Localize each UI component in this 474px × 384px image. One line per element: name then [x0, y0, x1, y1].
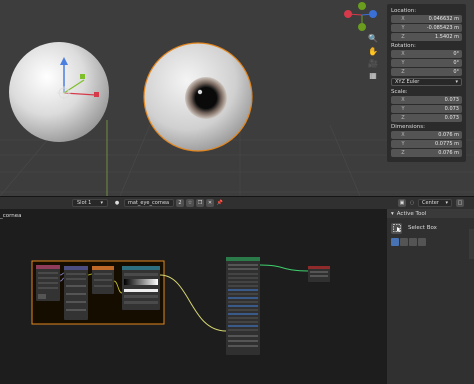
scale-z-field[interactable]: Z 0.073 [391, 114, 462, 122]
select-box-tool[interactable]: Select Box [391, 222, 469, 234]
node-texture-coordinate [36, 265, 60, 301]
node-principled-bsdf [226, 257, 260, 355]
mode-subtract-icon[interactable] [409, 238, 417, 246]
gizmo-x-negative[interactable] [344, 10, 352, 18]
zoom-icon[interactable]: 🔍 [367, 33, 379, 44]
chevron-down-icon: ▾ [445, 200, 448, 206]
node-gradient [92, 266, 114, 294]
unlink-icon[interactable]: ✕ [206, 199, 214, 207]
dimensions-z-field[interactable]: Z 0.076 m [391, 149, 462, 157]
fake-user-icon[interactable]: ☆ [186, 199, 194, 207]
material-browse-icon[interactable]: ● [112, 199, 122, 207]
dimensions-x-field[interactable]: X 0.076 m [391, 131, 462, 139]
scale-x-field[interactable]: X 0.073 [391, 96, 462, 104]
node-editor[interactable]: _cornea [0, 209, 387, 384]
material-users-count[interactable]: 2 [176, 199, 184, 207]
select-box-label: Select Box [408, 225, 437, 231]
mode-new-icon[interactable] [391, 238, 399, 246]
chevron-down-icon: ▾ [100, 200, 103, 206]
node-graph [31, 257, 330, 355]
node-material-output [308, 266, 330, 282]
active-tool-panel: ▾ Active Tool Select Box [387, 209, 474, 384]
mode-invert-icon[interactable] [418, 238, 426, 246]
rotation-y-field[interactable]: Y 0° [391, 59, 462, 67]
pan-hand-icon[interactable]: ✋ [367, 46, 379, 57]
location-label: Location: [391, 8, 417, 14]
pupil [195, 87, 217, 109]
rotation-label: Rotation: [391, 43, 416, 49]
slot-select[interactable]: Slot 1 ▾ [72, 199, 108, 207]
gizmo-z-axis[interactable] [369, 10, 377, 18]
collapse-arrow-icon[interactable]: ▾ [391, 211, 394, 217]
chevron-down-icon: ▾ [455, 79, 458, 85]
select-box-icon [391, 222, 402, 234]
mode-extend-icon[interactable] [400, 238, 408, 246]
rotation-z-field[interactable]: Z 0° [391, 68, 462, 76]
camera-icon[interactable]: 🎥 [367, 58, 379, 69]
node-mapping [64, 266, 88, 320]
selection-mode-row [391, 238, 426, 246]
location-y-field[interactable]: Y -0.085423 m [391, 24, 462, 32]
link-shader [259, 264, 309, 272]
material-name-field[interactable]: mat_eye_cornea [124, 199, 174, 207]
pivot-icon: ◌ [409, 200, 415, 206]
pivot-select[interactable]: Center ▾ [418, 199, 452, 207]
grid-view-icon[interactable]: ▦ [367, 70, 379, 81]
location-z-field[interactable]: Z 1.5402 m [391, 33, 462, 41]
overlay-icon[interactable]: □ [456, 199, 464, 207]
transform-panel: Location: X 0.046632 m Y -0.085423 m Z 1.54… [387, 4, 466, 162]
pin-icon[interactable]: 📌 [216, 199, 224, 207]
link-color [159, 274, 227, 332]
sidebar-tab[interactable] [469, 229, 474, 259]
3d-viewport[interactable]: 🔍 ✋ 🎥 ▦ Location: X 0.046632 m Y -0.085423… [0, 0, 474, 196]
scale-label: Scale: [391, 89, 408, 95]
location-x-field[interactable]: X 0.046632 m [391, 15, 462, 23]
node-color-ramp [122, 266, 160, 310]
scale-y-field[interactable]: Y 0.073 [391, 105, 462, 113]
node-editor-header: Slot 1 ▾ ● mat_eye_cornea 2 ☆ ❐ ✕ 📌 ▣ ◌ C… [0, 196, 474, 209]
gizmo-y-axis[interactable] [358, 2, 366, 10]
dimensions-y-field[interactable]: Y 0.0775 m [391, 140, 462, 148]
active-tool-title: Active Tool [396, 210, 427, 217]
rotation-x-field[interactable]: X 0° [391, 50, 462, 58]
duplicate-icon[interactable]: ❐ [196, 199, 204, 207]
snap-icon[interactable]: ▣ [398, 199, 406, 207]
rotation-mode-select[interactable]: XYZ Euler ▾ [391, 78, 462, 86]
dimensions-label: Dimensions: [391, 124, 425, 130]
navigation-gizmo[interactable] [342, 2, 377, 32]
gizmo-y-negative[interactable] [358, 23, 366, 31]
